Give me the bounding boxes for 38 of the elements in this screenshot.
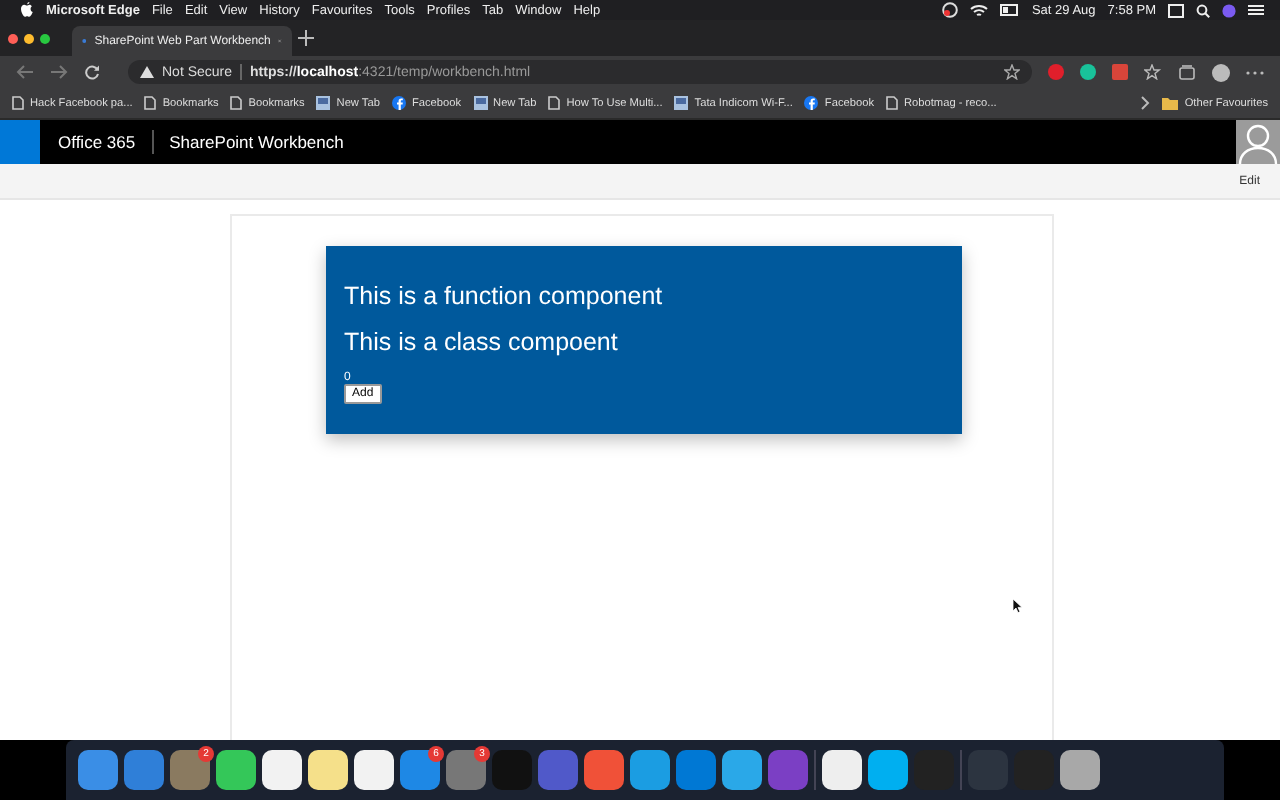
record-status-icon[interactable] xyxy=(941,2,958,18)
site-title: SharePoint Workbench xyxy=(169,132,344,152)
favourites-icon[interactable] xyxy=(1144,64,1162,80)
refresh-icon[interactable] xyxy=(84,64,100,80)
search-icon[interactable] xyxy=(1196,3,1210,17)
tile-icon xyxy=(473,96,488,110)
star-icon[interactable] xyxy=(1004,64,1020,80)
siri-icon[interactable] xyxy=(1222,3,1236,17)
page-icon xyxy=(886,96,898,110)
tile-icon xyxy=(674,96,689,110)
more-icon[interactable] xyxy=(1246,69,1264,75)
heading-text: This is a class compoent xyxy=(344,328,620,356)
folder-icon xyxy=(1162,97,1179,109)
tile-icon xyxy=(316,96,331,110)
f-logo-icon xyxy=(391,96,406,110)
mouse-pointer-icon xyxy=(1012,598,1022,614)
heading-text: This is a function component xyxy=(344,282,665,310)
f-logo-icon xyxy=(804,96,819,110)
back-arrow-icon[interactable] xyxy=(16,64,34,80)
display-icon[interactable] xyxy=(1168,3,1184,17)
wifi-icon[interactable] xyxy=(969,3,988,17)
minimize-window-icon[interactable] xyxy=(24,33,34,43)
page-icon xyxy=(144,96,157,110)
zoom-window-icon[interactable] xyxy=(40,33,50,43)
apple-icon[interactable] xyxy=(20,2,34,18)
forward-arrow-icon[interactable] xyxy=(50,64,68,80)
close-window-icon[interactable] xyxy=(8,33,18,43)
new-tab-icon[interactable] xyxy=(298,30,314,46)
chevron-right-icon[interactable] xyxy=(1140,96,1151,110)
warning-icon xyxy=(140,66,154,78)
page-icon xyxy=(548,96,561,110)
battery-icon[interactable] xyxy=(999,4,1020,16)
profile-avatar[interactable] xyxy=(1212,63,1230,81)
collections-icon[interactable] xyxy=(1178,64,1196,80)
office-brand-text[interactable]: Office 365 xyxy=(58,132,136,152)
page-icon xyxy=(12,96,24,110)
page-icon xyxy=(230,96,243,110)
person-avatar-icon[interactable] xyxy=(1236,120,1280,164)
